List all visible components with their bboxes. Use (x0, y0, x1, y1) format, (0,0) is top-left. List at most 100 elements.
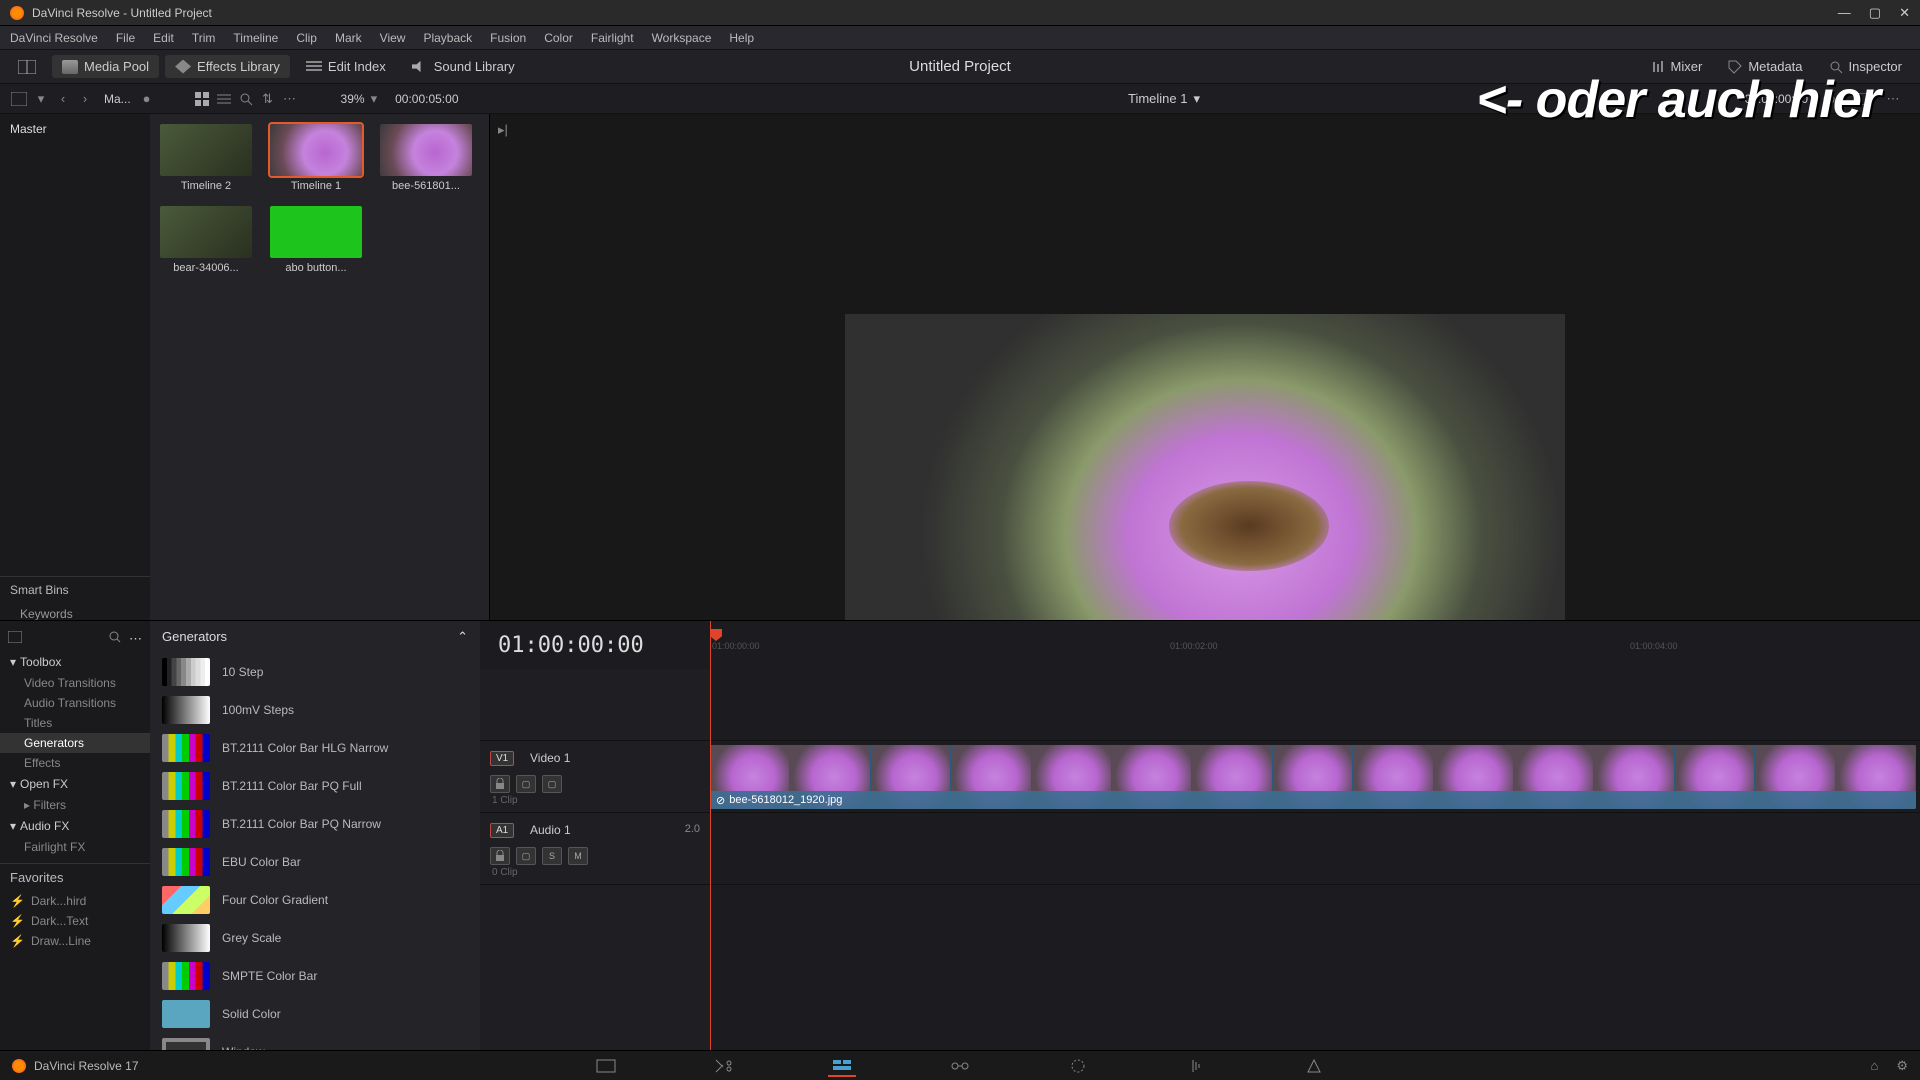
gen-bt2111-pqfull[interactable]: BT.2111 Color Bar PQ Full (150, 767, 480, 805)
view-list-button[interactable] (213, 88, 235, 110)
collapse-icon[interactable]: ⌃ (457, 629, 468, 645)
fav-item[interactable]: ⚡Dark...hird (0, 891, 150, 911)
menu-playback[interactable]: Playback (423, 31, 472, 45)
view-grid-button[interactable] (191, 88, 213, 110)
toolbox-header[interactable]: ▾Toolbox (0, 651, 150, 673)
page-fairlight[interactable] (1182, 1055, 1210, 1077)
timeline-timecode[interactable]: 01:00:00:00 (498, 633, 644, 658)
timeline-clip[interactable]: ⊘bee-5618012_1920.jpg (710, 745, 1916, 809)
page-deliver[interactable] (1300, 1055, 1328, 1077)
minimize-button[interactable]: — (1838, 5, 1851, 21)
menu-fairlight[interactable]: Fairlight (591, 31, 634, 45)
fav-item[interactable]: ⚡Dark...Text (0, 911, 150, 931)
page-color[interactable] (1064, 1055, 1092, 1077)
sort-button[interactable]: ⇅ (257, 88, 279, 110)
menu-davinci[interactable]: DaVinci Resolve (10, 31, 98, 45)
chevron-down-icon[interactable]: ▾ (1193, 91, 1200, 107)
close-button[interactable]: ✕ (1899, 5, 1910, 21)
mute-button[interactable]: M (568, 847, 588, 865)
toolbox-generators[interactable]: Generators (0, 733, 150, 753)
timeline-name[interactable]: Timeline 1 (1128, 91, 1187, 106)
track-header-v1[interactable]: V1 Video 1 ▢ ▢ 1 Clip (480, 741, 710, 813)
arm-button[interactable]: ▢ (516, 847, 536, 865)
menu-workspace[interactable]: Workspace (652, 31, 712, 45)
toolbox-titles[interactable]: Titles (0, 713, 150, 733)
search-button[interactable] (235, 88, 257, 110)
page-fusion[interactable] (946, 1055, 974, 1077)
more-icon[interactable]: ⋯ (129, 631, 142, 647)
disable-track-button[interactable]: ▢ (542, 775, 562, 793)
page-cut[interactable] (710, 1055, 738, 1077)
timeline-ruler[interactable]: 01:00:00:00 01:00:02:00 01:00:04:00 (710, 621, 1910, 669)
toolbox-audiofx[interactable]: ▾Audio FX (0, 815, 150, 837)
menu-clip[interactable]: Clip (296, 31, 317, 45)
smart-bins-header[interactable]: Smart Bins (0, 576, 150, 603)
gen-window[interactable]: Window (150, 1033, 480, 1050)
menu-file[interactable]: File (116, 31, 135, 45)
gen-solid[interactable]: Solid Color (150, 995, 480, 1033)
panel-layout-button[interactable] (8, 88, 30, 110)
chevron-down-icon[interactable]: ▾ (30, 88, 52, 110)
gen-bt2111-hlg[interactable]: BT.2111 Color Bar HLG Narrow (150, 729, 480, 767)
zoom-percent[interactable]: 39% (341, 92, 365, 106)
bypass-button[interactable] (1818, 88, 1840, 110)
audio-lane[interactable] (710, 813, 1920, 885)
toolbox-effects[interactable]: Effects (0, 753, 150, 773)
tab-sound-library[interactable]: Sound Library (402, 55, 525, 78)
gen-100mv[interactable]: 100mV Steps (150, 691, 480, 729)
menu-view[interactable]: View (380, 31, 406, 45)
more-button[interactable]: ⋯ (279, 88, 301, 110)
playhead-line[interactable] (710, 621, 711, 1050)
tab-edit-index[interactable]: Edit Index (296, 55, 396, 78)
toolbox-filters[interactable]: ▸ Filters (0, 795, 150, 815)
page-media[interactable] (592, 1055, 620, 1077)
menu-fusion[interactable]: Fusion (490, 31, 526, 45)
menu-mark[interactable]: Mark (335, 31, 362, 45)
nav-fwd-button[interactable]: › (74, 88, 96, 110)
solo-button[interactable]: S (542, 847, 562, 865)
page-edit[interactable] (828, 1055, 856, 1077)
tab-inspector[interactable]: Inspector (1819, 55, 1912, 78)
toolbox-video-transitions[interactable]: Video Transitions (0, 673, 150, 693)
track-tag[interactable]: V1 (490, 751, 514, 766)
clip-timeline2[interactable]: Timeline 2 (160, 124, 252, 192)
gen-ebu[interactable]: EBU Color Bar (150, 843, 480, 881)
gen-smpte[interactable]: SMPTE Color Bar (150, 957, 480, 995)
gen-grey[interactable]: Grey Scale (150, 919, 480, 957)
playhead-icon[interactable] (710, 629, 722, 641)
menu-help[interactable]: Help (729, 31, 754, 45)
toolbox-openfx[interactable]: ▾Open FX (0, 773, 150, 795)
panel-btn[interactable] (8, 631, 22, 647)
tab-mixer[interactable]: Mixer (1641, 55, 1713, 78)
gen-10step[interactable]: 10 Step (150, 653, 480, 691)
go-to-end-icon[interactable]: ▸| (498, 122, 508, 138)
gen-bt2111-pqnarrow[interactable]: BT.2111 Color Bar PQ Narrow (150, 805, 480, 843)
menu-color[interactable]: Color (544, 31, 573, 45)
track-header-a1[interactable]: A1 Audio 1 2.0 ▢ S M 0 Clip (480, 813, 710, 885)
clip-bear[interactable]: bear-34006... (160, 206, 252, 274)
track-tag[interactable]: A1 (490, 823, 514, 838)
viewer-more-button[interactable]: ⋯ (1882, 88, 1904, 110)
menu-timeline[interactable]: Timeline (233, 31, 278, 45)
nav-back-button[interactable]: ‹ (52, 88, 74, 110)
toolbox-audio-transitions[interactable]: Audio Transitions (0, 693, 150, 713)
menu-trim[interactable]: Trim (192, 31, 216, 45)
bin-master[interactable]: Master (10, 122, 140, 136)
bin-path[interactable]: Ma... (104, 92, 131, 106)
lock-track-button[interactable] (490, 775, 510, 793)
maximize-button[interactable]: ▢ (1869, 5, 1881, 21)
home-button[interactable]: ⌂ (1870, 1058, 1878, 1074)
clip-timeline1[interactable]: Timeline 1 (270, 124, 362, 192)
tab-media-pool[interactable]: Media Pool (52, 55, 159, 78)
video-lane[interactable]: ⊘bee-5618012_1920.jpg (710, 741, 1920, 813)
clip-abo-button[interactable]: abo button... (270, 206, 362, 274)
tab-effects-library[interactable]: Effects Library (165, 55, 290, 78)
auto-select-button[interactable]: ▢ (516, 775, 536, 793)
layout-button[interactable] (8, 56, 46, 78)
clip-bee[interactable]: bee-561801... (380, 124, 472, 192)
search-icon[interactable] (109, 631, 121, 647)
menu-edit[interactable]: Edit (153, 31, 174, 45)
toolbox-fairlightfx[interactable]: Fairlight FX (0, 837, 150, 857)
gen-4color[interactable]: Four Color Gradient (150, 881, 480, 919)
fav-item[interactable]: ⚡Draw...Line (0, 931, 150, 951)
